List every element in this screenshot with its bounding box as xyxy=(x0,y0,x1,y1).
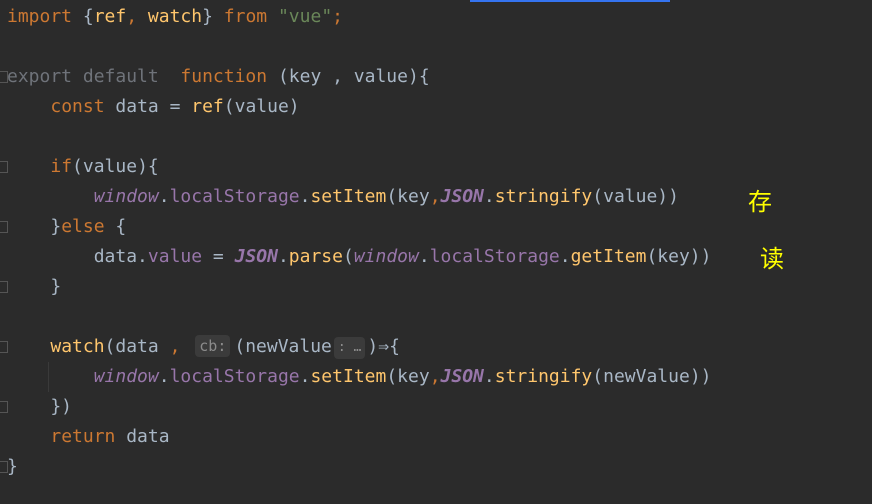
code-token: (key xyxy=(386,366,430,387)
code-line[interactable]: }) xyxy=(7,392,712,422)
code-token: JSON xyxy=(440,366,484,387)
inlay-hint: : … xyxy=(333,337,366,359)
code-token: (value){ xyxy=(72,156,159,177)
code-token: , xyxy=(429,186,441,207)
code-line[interactable]: } xyxy=(7,452,712,482)
code-token: window xyxy=(353,246,419,267)
code-token: setItem xyxy=(310,186,387,207)
code-token: ( xyxy=(342,246,354,267)
code-token: value xyxy=(147,246,203,267)
code-token: (data xyxy=(104,336,170,357)
code-line[interactable]: const data = ref(value) xyxy=(7,92,712,122)
code-line[interactable]: data.value = JSON.parse(window.localStor… xyxy=(7,242,712,272)
code-token: (key , value){ xyxy=(277,66,430,87)
code-token: (newValue)) xyxy=(592,366,712,387)
code-token: (key xyxy=(386,186,430,207)
code-token: watch xyxy=(50,336,105,357)
code-token: } xyxy=(7,456,18,477)
code-token: "vue" xyxy=(277,6,333,27)
code-token: parse xyxy=(288,246,343,267)
code-token: , xyxy=(126,6,148,27)
code-token: . xyxy=(418,246,430,267)
code-token: return xyxy=(50,426,127,447)
code-token: . xyxy=(158,366,170,387)
code-token: watch xyxy=(147,6,203,27)
code-token: data xyxy=(126,426,170,447)
code-token: . xyxy=(158,186,170,207)
code-token: . xyxy=(483,366,495,387)
code-token: . xyxy=(559,246,571,267)
code-token: getItem xyxy=(570,246,647,267)
code-token: JSON xyxy=(234,246,278,267)
code-token: from xyxy=(223,6,278,27)
code-token: localStorage xyxy=(169,186,300,207)
code-line[interactable] xyxy=(7,302,712,332)
code-token: stringify xyxy=(494,186,593,207)
code-token: stringify xyxy=(494,366,593,387)
code-line[interactable]: export default function (key , value){ xyxy=(7,62,712,92)
code-token: (value) xyxy=(223,96,300,117)
code-token: localStorage xyxy=(429,246,560,267)
code-token: } xyxy=(7,276,62,297)
annotation-store: 存 xyxy=(748,188,772,216)
code-line[interactable]: return data xyxy=(7,422,712,452)
code-token: = xyxy=(202,246,235,267)
code-token: (value)) xyxy=(592,186,679,207)
code-token: localStorage xyxy=(169,366,300,387)
code-line[interactable]: }else { xyxy=(7,212,712,242)
code-token: setItem xyxy=(310,366,387,387)
code-token: { xyxy=(82,6,94,27)
code-line[interactable]: window.localStorage.setItem(key,JSON.str… xyxy=(7,362,712,392)
code-token: , xyxy=(169,336,192,357)
code-token: function xyxy=(180,66,278,87)
code-token: ref xyxy=(191,96,224,117)
code-token: JSON xyxy=(440,186,484,207)
code-token: data = xyxy=(115,96,192,117)
code-token: . xyxy=(299,366,311,387)
code-token: window xyxy=(93,186,159,207)
code-token: . xyxy=(483,186,495,207)
code-token: , xyxy=(429,366,441,387)
code-line[interactable] xyxy=(7,122,712,152)
code-line[interactable] xyxy=(7,32,712,62)
code-token: } xyxy=(50,216,62,237)
code-token: } xyxy=(202,6,224,27)
code-token: (newValue xyxy=(234,336,332,357)
code-token: ref xyxy=(93,6,127,27)
code-token: else xyxy=(61,216,116,237)
annotation-read: 读 xyxy=(760,245,784,273)
code-line[interactable]: import {ref, watch} from "vue"; xyxy=(7,2,712,32)
code-token: )⇒{ xyxy=(367,336,400,357)
code-token: . xyxy=(277,246,289,267)
code-token: . xyxy=(299,186,311,207)
code-token: export default xyxy=(7,66,181,87)
code-editor[interactable]: import {ref, watch} from "vue"; export d… xyxy=(7,2,712,482)
code-token: { xyxy=(115,216,127,237)
inlay-hint: cb: xyxy=(195,335,231,357)
code-line[interactable]: window.localStorage.setItem(key,JSON.str… xyxy=(7,182,712,212)
code-token: window xyxy=(93,366,159,387)
code-token: (key)) xyxy=(646,246,712,267)
code-token: ; xyxy=(332,6,343,27)
code-token: data. xyxy=(93,246,148,267)
code-token: import xyxy=(7,6,83,27)
code-token: if xyxy=(50,156,73,177)
code-line[interactable]: if(value){ xyxy=(7,152,712,182)
code-token: }) xyxy=(7,396,73,417)
code-line[interactable]: } xyxy=(7,272,712,302)
code-line[interactable]: watch(data , cb: (newValue: …)⇒{ xyxy=(7,332,712,362)
code-token: const xyxy=(50,96,116,117)
